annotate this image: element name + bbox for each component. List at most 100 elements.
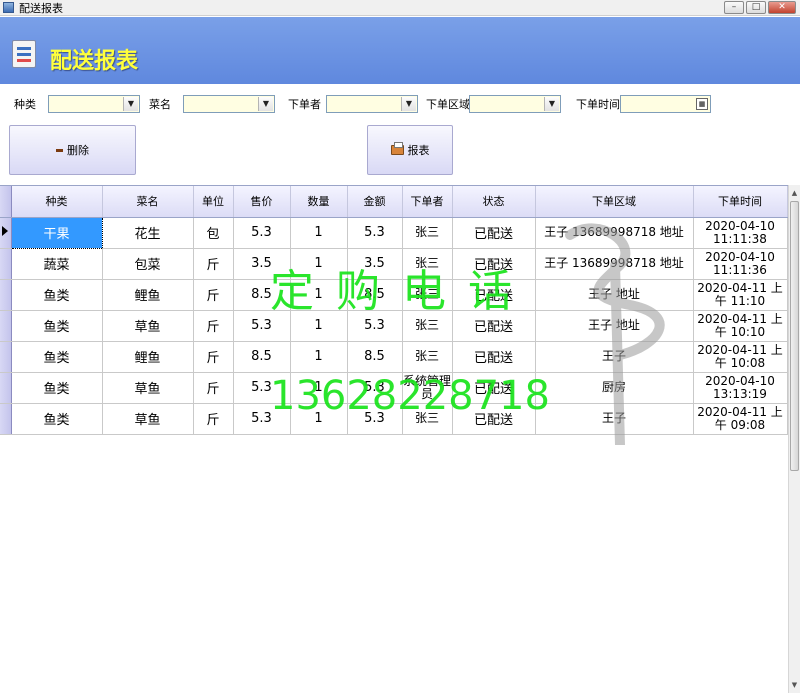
cell-category[interactable]: 鱼类	[11, 403, 103, 435]
cell-orderer[interactable]: 张三	[402, 217, 453, 249]
orderer-select[interactable]: ▼	[326, 95, 418, 113]
cell-area[interactable]: 王子 地址	[535, 279, 694, 311]
cell-area[interactable]: 王子	[535, 341, 694, 373]
table-row[interactable]: 鱼类 鲤鱼斤 8.5 1 8.5 张三 已配送 王子 2020-04-11 上午 10:08	[0, 341, 788, 373]
cell-amount[interactable]: 5.3	[347, 403, 403, 435]
delete-button[interactable]: 删除	[9, 125, 136, 175]
cell-area[interactable]: 王子 13689998718 地址	[535, 248, 694, 280]
col-header-time[interactable]: 下单时间	[693, 186, 788, 218]
cell-orderer[interactable]: 张三	[402, 403, 453, 435]
maximize-button[interactable]: □	[746, 1, 766, 14]
table-row[interactable]: 鱼类 鲤鱼斤 8.5 1 8.5 张三 已配送 王子 地址 2020-04-11 上午 11:1…	[0, 279, 788, 311]
cell-status[interactable]: 已配送	[452, 248, 536, 280]
area-select[interactable]: ▼	[469, 95, 561, 113]
cell-time[interactable]: 2020-04-11 上午 09:08	[693, 403, 788, 435]
table-row[interactable]: 蔬菜 包菜斤 3.5 1 3.5 张三 已配送 王子 13689998718 地址 2020-0…	[0, 248, 788, 280]
row-header[interactable]	[0, 372, 12, 404]
cell-quantity[interactable]: 1	[290, 372, 348, 404]
cell-status[interactable]: 已配送	[452, 372, 536, 404]
col-header-quantity[interactable]: 数量	[290, 186, 348, 218]
report-button[interactable]: 报表	[367, 125, 453, 175]
table-row[interactable]: 鱼类 草鱼斤 5.3 1 5.3 张三 已配送 王子 2020-04-11 上午 09:08	[0, 403, 788, 435]
scroll-up-icon[interactable]: ▲	[789, 187, 800, 199]
cell-orderer[interactable]: 系统管理员	[402, 372, 453, 404]
col-header-area[interactable]: 下单区域	[535, 186, 694, 218]
cell-unit[interactable]: 斤	[193, 248, 234, 280]
cell-unit[interactable]: 斤	[193, 372, 234, 404]
cell-category[interactable]: 蔬菜	[11, 248, 103, 280]
cell-status[interactable]: 已配送	[452, 279, 536, 311]
cell-price[interactable]: 5.3	[233, 217, 291, 249]
time-picker[interactable]: ▦	[620, 95, 711, 113]
row-header[interactable]	[0, 403, 12, 435]
close-button[interactable]: ✕	[768, 1, 796, 14]
cell-dish[interactable]: 草鱼	[102, 372, 194, 404]
cell-category[interactable]: 鱼类	[11, 372, 103, 404]
cell-area[interactable]: 厨房	[535, 372, 694, 404]
cell-unit[interactable]: 斤	[193, 279, 234, 311]
cell-price[interactable]: 5.3	[233, 310, 291, 342]
dish-select[interactable]: ▼	[183, 95, 275, 113]
col-header-amount[interactable]: 金额	[347, 186, 403, 218]
cell-status[interactable]: 已配送	[452, 217, 536, 249]
cell-category[interactable]: 鱼类	[11, 341, 103, 373]
cell-amount[interactable]: 8.5	[347, 341, 403, 373]
cell-amount[interactable]: 5.3	[347, 217, 403, 249]
cell-time[interactable]: 2020-04-11 上午 10:10	[693, 310, 788, 342]
cell-category[interactable]: 鱼类	[11, 279, 103, 311]
cell-orderer[interactable]: 张三	[402, 279, 453, 311]
cell-orderer[interactable]: 张三	[402, 310, 453, 342]
cell-time[interactable]: 2020-04-10 13:13:19	[693, 372, 788, 404]
cell-orderer[interactable]: 张三	[402, 341, 453, 373]
cell-area[interactable]: 王子	[535, 403, 694, 435]
cell-amount[interactable]: 8.5	[347, 279, 403, 311]
cell-dish[interactable]: 鲤鱼	[102, 279, 194, 311]
col-header-dish[interactable]: 菜名	[102, 186, 194, 218]
cell-quantity[interactable]: 1	[290, 310, 348, 342]
cell-dish[interactable]: 包菜	[102, 248, 194, 280]
col-header-status[interactable]: 状态	[452, 186, 536, 218]
cell-price[interactable]: 5.3	[233, 372, 291, 404]
cell-dish[interactable]: 花生	[102, 217, 194, 249]
calendar-icon[interactable]: ▦	[696, 98, 708, 110]
cell-unit[interactable]: 斤	[193, 341, 234, 373]
cell-amount[interactable]: 5.3	[347, 310, 403, 342]
cell-status[interactable]: 已配送	[452, 403, 536, 435]
col-header-unit[interactable]: 单位	[193, 186, 234, 218]
cell-area[interactable]: 王子 地址	[535, 310, 694, 342]
cell-dish[interactable]: 草鱼	[102, 403, 194, 435]
cell-status[interactable]: 已配送	[452, 310, 536, 342]
cell-price[interactable]: 5.3	[233, 403, 291, 435]
scroll-down-icon[interactable]: ▼	[789, 679, 800, 691]
cell-amount[interactable]: 3.5	[347, 248, 403, 280]
chevron-down-icon[interactable]: ▼	[544, 97, 559, 111]
row-header[interactable]	[0, 310, 12, 342]
delivery-grid[interactable]: 种类 菜名 单位 售价 数量 金额 下单者 状态 下单区域 下单时间 干果 花生包…	[0, 185, 788, 693]
cell-time[interactable]: 2020-04-11 上午 10:08	[693, 341, 788, 373]
table-row[interactable]: 鱼类 草鱼斤 5.3 1 5.3 系统管理员 已配送 厨房 2020-04-10 13:13:1…	[0, 372, 788, 404]
cell-unit[interactable]: 斤	[193, 310, 234, 342]
cell-price[interactable]: 8.5	[233, 279, 291, 311]
minimize-button[interactable]: –	[724, 1, 744, 14]
col-header-category[interactable]: 种类	[11, 186, 103, 218]
cell-time[interactable]: 2020-04-10 11:11:38	[693, 217, 788, 249]
row-header[interactable]	[0, 248, 12, 280]
cell-quantity[interactable]: 1	[290, 217, 348, 249]
cell-quantity[interactable]: 1	[290, 279, 348, 311]
cell-unit[interactable]: 包	[193, 217, 234, 249]
chevron-down-icon[interactable]: ▼	[401, 97, 416, 111]
chevron-down-icon[interactable]: ▼	[123, 97, 138, 111]
cell-time[interactable]: 2020-04-10 11:11:36	[693, 248, 788, 280]
col-header-price[interactable]: 售价	[233, 186, 291, 218]
cell-quantity[interactable]: 1	[290, 248, 348, 280]
cell-price[interactable]: 8.5	[233, 341, 291, 373]
cell-area[interactable]: 王子 13689998718 地址	[535, 217, 694, 249]
cell-orderer[interactable]: 张三	[402, 248, 453, 280]
col-header-orderer[interactable]: 下单者	[402, 186, 453, 218]
cell-dish[interactable]: 草鱼	[102, 310, 194, 342]
cell-price[interactable]: 3.5	[233, 248, 291, 280]
table-row[interactable]: 鱼类 草鱼斤 5.3 1 5.3 张三 已配送 王子 地址 2020-04-11 上午 10:1…	[0, 310, 788, 342]
cell-category[interactable]: 干果	[10, 216, 103, 249]
category-select[interactable]: ▼	[48, 95, 140, 113]
cell-unit[interactable]: 斤	[193, 403, 234, 435]
